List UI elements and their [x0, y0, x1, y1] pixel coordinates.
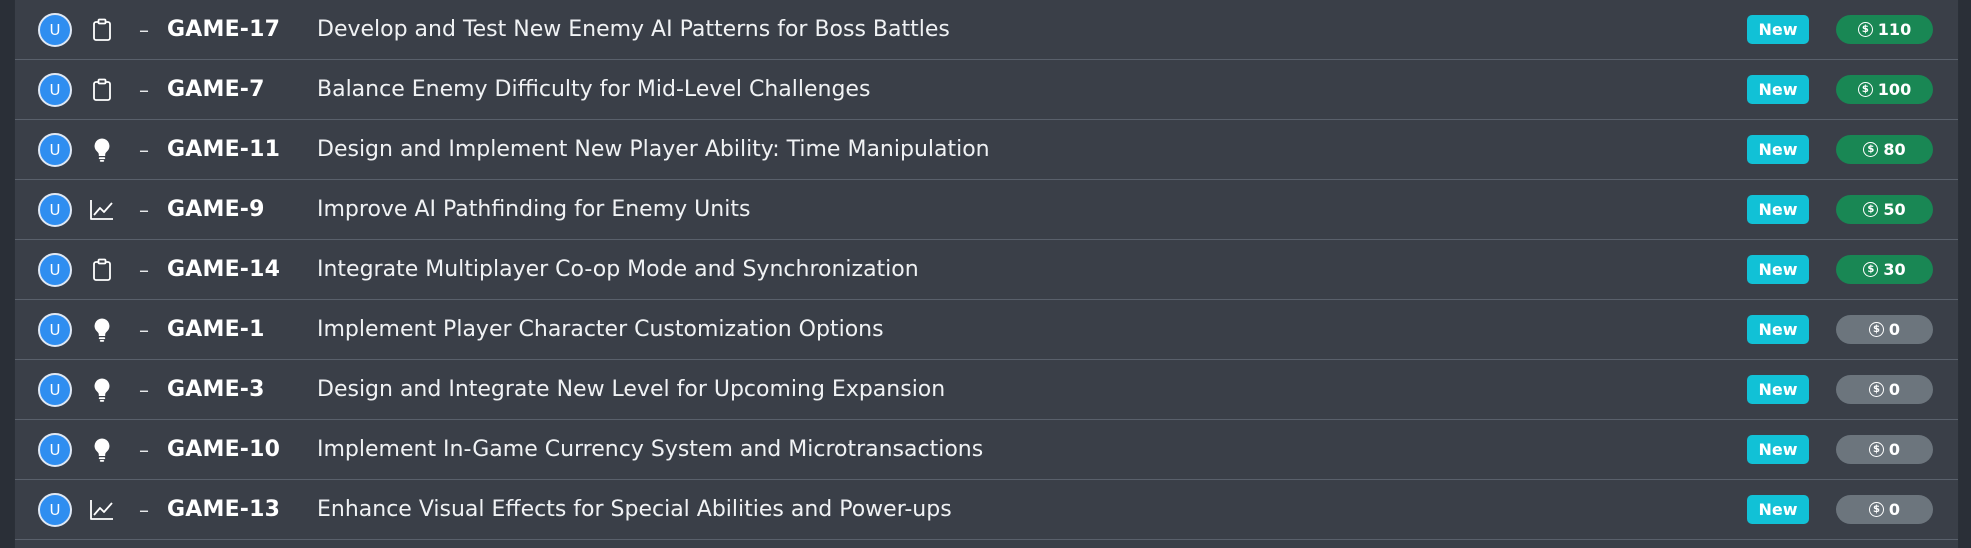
points-badge: $0: [1836, 315, 1933, 344]
status-badge[interactable]: New: [1747, 435, 1809, 464]
coin-icon: $: [1868, 322, 1884, 337]
issue-title[interactable]: Design and Integrate New Level for Upcom…: [317, 377, 945, 402]
issue-key[interactable]: GAME-7: [167, 77, 265, 102]
points-value: 110: [1877, 20, 1912, 39]
issue-title[interactable]: Integrate Multiplayer Co-op Mode and Syn…: [317, 257, 919, 282]
status-badge[interactable]: New: [1747, 375, 1809, 404]
coin-icon: $: [1863, 142, 1879, 157]
priority-dash: –: [139, 317, 149, 342]
priority-dash: –: [139, 377, 149, 402]
issue-list: U – GAME-17 Develop and Test New Enemy A…: [14, 0, 1959, 548]
assignee-avatar[interactable]: U: [38, 312, 72, 347]
assignee-avatar[interactable]: U: [38, 132, 72, 167]
assignee-avatar[interactable]: U: [38, 492, 72, 527]
points-value: 0: [1888, 320, 1901, 339]
clipboard-icon: [88, 256, 116, 284]
assignee-avatar[interactable]: U: [38, 432, 72, 467]
points-badge: $80: [1836, 135, 1933, 164]
assignee-avatar[interactable]: U: [38, 72, 72, 107]
issue-row[interactable]: U – GAME-13 Enhance Visual Effects for S…: [15, 480, 1958, 540]
lightbulb-icon: [88, 376, 116, 404]
priority-dash: –: [139, 257, 149, 282]
issue-row[interactable]: U – GAME-7 Balance Enemy Difficulty for …: [15, 60, 1958, 120]
points-value: 0: [1888, 380, 1901, 399]
issue-row[interactable]: U – GAME-17 Develop and Test New Enemy A…: [15, 0, 1958, 60]
issue-row[interactable]: U – GAME-3 Design and Integrate New Leve…: [15, 360, 1958, 420]
issue-title[interactable]: Implement Player Character Customization…: [317, 317, 884, 342]
coin-icon: $: [1868, 382, 1884, 397]
issue-title[interactable]: Implement In-Game Currency System and Mi…: [317, 437, 983, 462]
chart-line-icon: [88, 196, 116, 224]
issue-key[interactable]: GAME-14: [167, 257, 280, 282]
points-badge: $0: [1836, 435, 1933, 464]
status-badge[interactable]: New: [1747, 15, 1809, 44]
lightbulb-icon: [88, 436, 116, 464]
assignee-avatar[interactable]: U: [38, 252, 72, 287]
issue-row[interactable]: U – GAME-9 Improve AI Pathfinding for En…: [15, 180, 1958, 240]
points-value: 30: [1883, 260, 1906, 279]
points-badge: $0: [1836, 375, 1933, 404]
assignee-avatar[interactable]: U: [38, 192, 72, 227]
issue-row[interactable]: U – GAME-14 Integrate Multiplayer Co-op …: [15, 240, 1958, 300]
issue-row[interactable]: U – GAME-11 Design and Implement New Pla…: [15, 120, 1958, 180]
assignee-avatar[interactable]: U: [38, 12, 72, 47]
priority-dash: –: [139, 77, 149, 102]
points-badge: $110: [1836, 15, 1933, 44]
issue-row[interactable]: U – GAME-10 Implement In-Game Currency S…: [15, 420, 1958, 480]
issue-title[interactable]: Enhance Visual Effects for Special Abili…: [317, 497, 952, 522]
issue-title[interactable]: Design and Implement New Player Ability:…: [317, 137, 990, 162]
lightbulb-icon: [88, 316, 116, 344]
coin-icon: $: [1863, 202, 1879, 217]
coin-icon: $: [1863, 262, 1879, 277]
clipboard-icon: [88, 76, 116, 104]
status-badge[interactable]: New: [1747, 75, 1809, 104]
status-badge[interactable]: New: [1747, 495, 1809, 524]
priority-dash: –: [139, 137, 149, 162]
issue-title[interactable]: Improve AI Pathfinding for Enemy Units: [317, 197, 750, 222]
points-value: 50: [1883, 200, 1906, 219]
issue-key[interactable]: GAME-9: [167, 197, 265, 222]
clipboard-icon: [88, 16, 116, 44]
coin-icon: $: [1857, 22, 1873, 37]
issue-title[interactable]: Balance Enemy Difficulty for Mid-Level C…: [317, 77, 870, 102]
points-value: 80: [1883, 140, 1906, 159]
coin-icon: $: [1857, 82, 1873, 97]
points-badge: $30: [1836, 255, 1933, 284]
chart-line-icon: [88, 496, 116, 524]
issue-key[interactable]: GAME-13: [167, 497, 280, 522]
points-badge: $50: [1836, 195, 1933, 224]
issue-key[interactable]: GAME-1: [167, 317, 265, 342]
issue-key[interactable]: GAME-3: [167, 377, 265, 402]
status-badge[interactable]: New: [1747, 195, 1809, 224]
priority-dash: –: [139, 497, 149, 522]
assignee-avatar[interactable]: U: [38, 372, 72, 407]
status-badge[interactable]: New: [1747, 255, 1809, 284]
lightbulb-icon: [88, 136, 116, 164]
issue-row[interactable]: U – GAME-1 Implement Player Character Cu…: [15, 300, 1958, 360]
issue-key[interactable]: GAME-11: [167, 137, 280, 162]
priority-dash: –: [139, 437, 149, 462]
points-value: 100: [1877, 80, 1912, 99]
coin-icon: $: [1868, 442, 1884, 457]
issue-key[interactable]: GAME-10: [167, 437, 280, 462]
coin-icon: $: [1868, 502, 1884, 517]
points-badge: $100: [1836, 75, 1933, 104]
points-badge: $0: [1836, 495, 1933, 524]
priority-dash: –: [139, 17, 149, 42]
status-badge[interactable]: New: [1747, 315, 1809, 344]
priority-dash: –: [139, 197, 149, 222]
points-value: 0: [1888, 440, 1901, 459]
issue-title[interactable]: Develop and Test New Enemy AI Patterns f…: [317, 17, 950, 42]
issue-key[interactable]: GAME-17: [167, 17, 280, 42]
points-value: 0: [1888, 500, 1901, 519]
status-badge[interactable]: New: [1747, 135, 1809, 164]
